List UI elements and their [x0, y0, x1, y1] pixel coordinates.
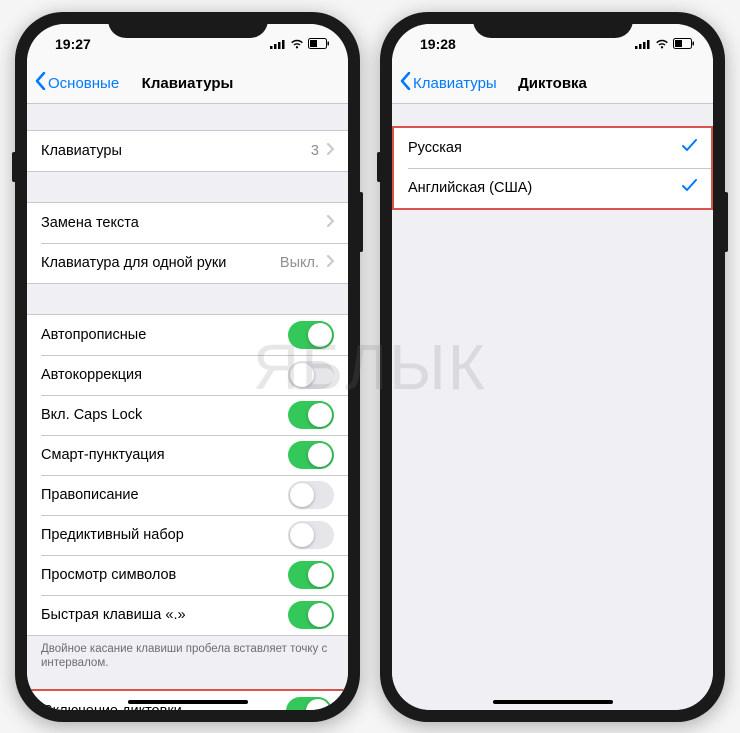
toggle-auto-capitalization[interactable] [288, 321, 334, 349]
row-label: Русская [408, 140, 462, 156]
signal-icon [635, 39, 651, 49]
row-label: Быстрая клавиша «.» [41, 607, 186, 623]
row-language-english-us[interactable]: Английская (США) [394, 168, 711, 208]
checkmark-icon [682, 139, 697, 156]
home-indicator[interactable] [493, 700, 613, 704]
row-auto-capitalization: Автопрописные [27, 315, 348, 355]
row-label: Автопрописные [41, 327, 146, 343]
row-keyboards[interactable]: Клавиатуры 3 [27, 131, 348, 171]
row-language-russian[interactable]: Русская [394, 128, 711, 168]
row-label: Правописание [41, 487, 139, 503]
phone-right: 19:28 Клавиатуры Диктовка [380, 12, 725, 722]
row-label: Клавиатура для одной руки [41, 255, 226, 271]
row-label: Английская (США) [408, 180, 532, 196]
dictation-content[interactable]: Русская Английская (США) [392, 104, 713, 710]
toggle-period-shortcut[interactable] [288, 601, 334, 629]
chevron-left-icon [35, 72, 46, 94]
row-check-spelling: Правописание [27, 475, 348, 515]
row-label: Предиктивный набор [41, 527, 184, 543]
group-dictation-languages-highlighted: Русская Английская (США) [392, 126, 713, 210]
nav-bar: Клавиатуры Диктовка [392, 64, 713, 104]
row-text-replacement[interactable]: Замена текста [27, 203, 348, 243]
screen-right: 19:28 Клавиатуры Диктовка [392, 24, 713, 710]
back-button[interactable]: Основные [35, 72, 119, 94]
row-label: Замена текста [41, 215, 139, 231]
toggle-smart-punctuation[interactable] [288, 441, 334, 469]
row-label: Автокоррекция [41, 367, 142, 383]
back-label: Клавиатуры [413, 75, 497, 92]
settings-content[interactable]: Клавиатуры 3 Замена текста Клавиатура дл… [27, 104, 348, 710]
signal-icon [270, 39, 286, 49]
row-value: 3 [311, 143, 319, 159]
status-time: 19:27 [55, 36, 91, 52]
toggle-enable-dictation[interactable] [286, 697, 332, 709]
checkmark-icon [682, 179, 697, 196]
toggle-autocorrection[interactable] [288, 361, 334, 389]
back-label: Основные [48, 75, 119, 92]
toggle-check-spelling[interactable] [288, 481, 334, 509]
row-period-shortcut: Быстрая клавиша «.» [27, 595, 348, 635]
row-predictive: Предиктивный набор [27, 515, 348, 555]
page-title: Клавиатуры [142, 75, 234, 92]
notch [108, 12, 268, 38]
row-character-preview: Просмотр символов [27, 555, 348, 595]
row-one-handed-keyboard[interactable]: Клавиатура для одной руки Выкл. [27, 243, 348, 283]
row-label: Включение диктовки [43, 703, 182, 709]
row-caps-lock: Вкл. Caps Lock [27, 395, 348, 435]
toggle-character-preview[interactable] [288, 561, 334, 589]
chevron-right-icon [327, 215, 334, 231]
battery-icon [673, 38, 695, 49]
notch [473, 12, 633, 38]
wifi-icon [290, 39, 304, 49]
group-text-options: Замена текста Клавиатура для одной руки … [27, 202, 348, 284]
phone-left: 19:27 Основные Клавиатуры [15, 12, 360, 722]
status-time: 19:28 [420, 36, 456, 52]
home-indicator[interactable] [128, 700, 248, 704]
toggle-predictive[interactable] [288, 521, 334, 549]
toggle-caps-lock[interactable] [288, 401, 334, 429]
screen-left: 19:27 Основные Клавиатуры [27, 24, 348, 710]
group-toggles: Автопрописные Автокоррекция Вкл. Caps Lo… [27, 314, 348, 636]
nav-bar: Основные Клавиатуры [27, 64, 348, 104]
row-autocorrection: Автокоррекция [27, 355, 348, 395]
back-button[interactable]: Клавиатуры [400, 72, 497, 94]
wifi-icon [655, 39, 669, 49]
row-label: Вкл. Caps Lock [41, 407, 142, 423]
row-label: Просмотр символов [41, 567, 176, 583]
group-keyboards: Клавиатуры 3 [27, 130, 348, 172]
row-label: Клавиатуры [41, 143, 122, 159]
page-title: Диктовка [518, 75, 587, 92]
footer-note: Двойное касание клавиши пробела вставляе… [27, 636, 348, 672]
row-smart-punctuation: Смарт-пунктуация [27, 435, 348, 475]
battery-icon [308, 38, 330, 49]
chevron-right-icon [327, 143, 334, 159]
chevron-left-icon [400, 72, 411, 94]
row-label: Смарт-пунктуация [41, 447, 165, 463]
chevron-right-icon [327, 255, 334, 271]
row-value: Выкл. [280, 255, 319, 271]
